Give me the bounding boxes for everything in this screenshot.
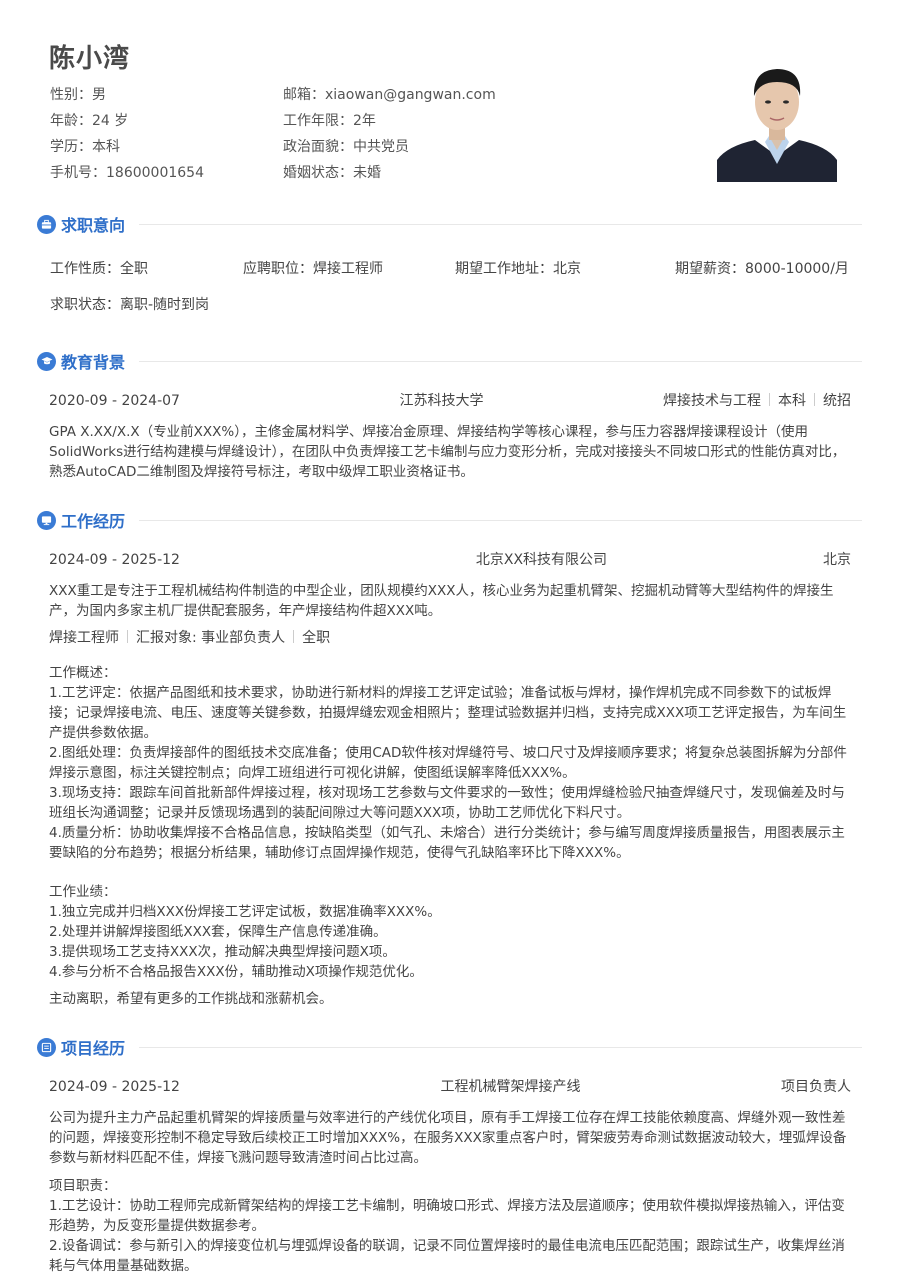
education-info: 学历：本科 [50,139,120,155]
overview-item: 4.质量分析：协助收集焊接不合格品信息，按缺陷类型（如气孔、未熔合）进行分类统计… [49,825,845,861]
project-icon [37,1037,56,1057]
leave-reason: 主动离职，希望有更多的工作挑战和涨薪机会。 [49,991,333,1007]
work-overview: 工作概述： 1.工艺评定：依据产品图纸和技术要求，协助进行新材料的焊接工艺评定试… [49,663,851,863]
section-title: 求职意向 [61,216,126,235]
project-period: 2024-09 - 2025-12 [49,1079,180,1095]
marital-info: 婚姻状态：未婚 [283,165,381,181]
project-description: 公司为提升主力产品起重机臂架的焊接质量与效率进行的产线优化项目，原有手工焊接工位… [49,1110,847,1166]
separator [768,393,770,406]
divider [139,519,862,521]
overview-item: 1.工艺评定：依据产品图纸和技术要求，协助进行新材料的焊接工艺评定试验；准备试板… [49,685,847,741]
education-description: GPA X.XX/X.X（专业前XXX%），主修金属材料学、焊接冶金原理、焊接结… [49,424,846,480]
school-name: 江苏科技大学 [399,393,484,409]
profile-photo [717,52,837,182]
work-achievements: 工作业绩： 1.独立完成并归档XXX份焊接工艺评定试板，数据准确率XXX%。 2… [49,882,851,982]
expected-salary: 期望薪资：8000-10000/月 [675,261,849,277]
admission-type: 统招 [822,393,851,409]
report-to: 汇报对象: 事业部负责人 [136,630,286,646]
age-info: 年龄：24 岁 [50,113,129,129]
major: 焊接技术与工程 [662,393,761,409]
briefcase-icon [37,214,56,234]
gender-info: 性别：男 [50,87,106,103]
divider [139,1046,862,1048]
work-row: 2024-09 - 2025-12 北京XX科技有限公司 北京 [49,550,851,570]
education-row: 2020-09 - 2024-07 江苏科技大学 焊接技术与工程 本科 统招 [49,391,851,411]
project-name: 工程机械臂架焊接产线 [440,1079,581,1095]
work-period: 2024-09 - 2025-12 [49,552,180,568]
applied-position: 应聘职位：焊接工程师 [243,261,383,277]
work-job-type: 全职 [302,630,331,646]
expected-city: 期望工作地址：北京 [455,261,581,277]
duty-item: 1.工艺设计：协助工程师完成新臂架结构的焊接工艺卡编制，明确坡口形式、焊接方法及… [49,1198,845,1234]
achievement-item: 3.提供现场工艺支持XXX次，推动解决典型焊接问题X项。 [49,944,396,960]
duties-title: 项目职责： [49,1178,117,1194]
separator [293,630,295,643]
achievement-item: 2.处理并讲解焊接图纸XXX套，保障生产信息传递准确。 [49,924,387,940]
work-city: 北京 [822,552,851,568]
overview-item: 2.图纸处理：负责焊接部件的图纸技术交底准备；使用CAD软件核对焊缝符号、坡口尺… [49,745,847,781]
divider [139,223,862,225]
work-role: 焊接工程师 [49,630,119,646]
education-tags: 焊接技术与工程 本科 统招 [663,391,851,411]
graduation-cap-icon [37,351,56,371]
section-education: 教育背景 [37,349,862,373]
section-job-intent: 求职意向 [37,212,862,236]
email-info: 邮箱：xiaowan@gangwan.com [283,87,496,103]
job-type: 工作性质：全职 [50,261,148,277]
overview-item: 3.现场支持：跟踪车间首批新部件焊接过程，核对现场工艺参数与文件要求的一致性；使… [49,785,845,821]
candidate-name: 陈小湾 [49,44,131,74]
company-name: 北京XX科技有限公司 [475,552,608,568]
achievements-title: 工作业绩： [49,884,117,900]
education-period: 2020-09 - 2024-07 [49,393,180,409]
monitor-icon [37,510,56,530]
divider [139,360,862,362]
project-role: 项目负责人 [780,1079,851,1095]
work-tags: 焊接工程师 汇报对象: 事业部负责人 全职 [49,628,330,648]
politics-info: 政治面貌：中共党员 [283,139,409,155]
degree: 本科 [777,393,806,409]
achievement-item: 1.独立完成并归档XXX份焊接工艺评定试板，数据准确率XXX%。 [49,904,441,920]
section-work: 工作经历 [37,508,862,532]
company-description: XXX重工是专注于工程机械结构件制造的中型企业，团队规模约XXX人，核心业务为起… [49,583,834,619]
project-duties: 项目职责： 1.工艺设计：协助工程师完成新臂架结构的焊接工艺卡编制，明确坡口形式… [49,1176,851,1276]
section-title: 工作经历 [61,512,126,531]
separator [127,630,128,643]
achievement-item: 4.参与分析不合格品报告XXX份，辅助推动X项操作规范优化。 [49,964,423,980]
separator [813,393,815,406]
phone-info: 手机号：18600001654 [50,165,204,181]
overview-title: 工作概述： [49,665,117,681]
project-row: 2024-09 - 2025-12 工程机械臂架焊接产线 项目负责人 [49,1077,851,1097]
section-title: 教育背景 [61,353,126,372]
section-project: 项目经历 [37,1035,862,1059]
duty-item: 2.设备调试：参与新引入的焊接变位机与埋弧焊设备的联调，记录不同位置焊接时的最佳… [49,1238,845,1274]
work-years-info: 工作年限：2年 [283,113,376,129]
job-status: 求职状态：离职-随时到岗 [50,297,210,313]
section-title: 项目经历 [61,1039,126,1058]
